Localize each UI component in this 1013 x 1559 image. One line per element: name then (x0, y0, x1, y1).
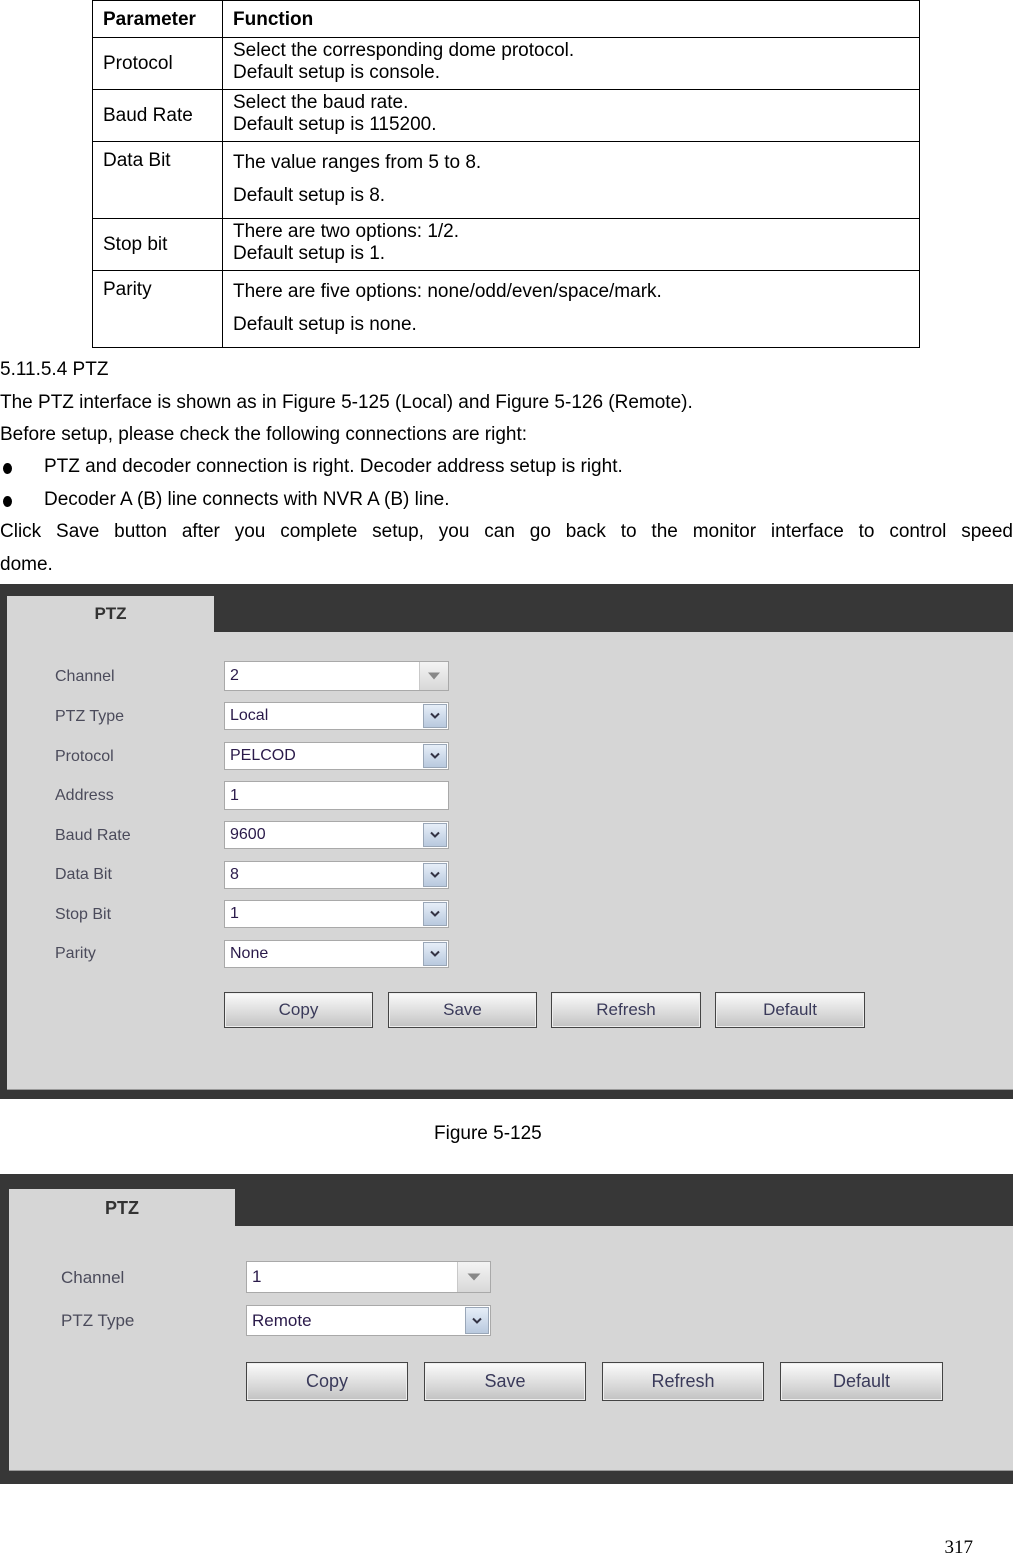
function-line: Select the corresponding dome protocol. (233, 40, 575, 61)
function-line: Default setup is 1. (233, 243, 386, 264)
header-function: Function (222, 0, 920, 38)
param-cell: Stop bit (92, 218, 223, 271)
param-cell: Parity (92, 270, 223, 348)
address-input[interactable]: 1 (224, 781, 449, 810)
label-ptz-type: PTZ Type (61, 1311, 135, 1330)
address-value: 1 (230, 786, 239, 804)
ptz-panel-remote: PTZ Channel 1 PTZ Type Remote Copy Save … (0, 1174, 1013, 1484)
parameter-table: Parameter Function Protocol Select the c… (92, 0, 920, 348)
chevron-down-icon[interactable] (423, 863, 447, 887)
label-data-bit: Data Bit (55, 866, 112, 883)
section-heading: 5.11.5.4 PTZ (0, 359, 109, 380)
function-line: Default setup is 8. (233, 185, 386, 206)
param-cell: Data Bit (92, 141, 223, 219)
parity-value: None (230, 945, 269, 962)
parity-select[interactable]: None (224, 940, 449, 968)
ptz-type-select[interactable]: Local (224, 702, 449, 730)
note-text: Click Save button after you complete set… (0, 521, 1013, 542)
function-line: There are five options: none/odd/even/sp… (233, 281, 662, 302)
tab-ptz[interactable]: PTZ (9, 1189, 235, 1231)
tab-ptz[interactable]: PTZ (7, 596, 214, 636)
param-cell: Protocol (92, 37, 223, 90)
protocol-select[interactable]: PELCOD (224, 742, 449, 770)
function-cell: There are two options: 1/2. Default setup… (222, 218, 920, 271)
ptz-type-select[interactable]: Remote (246, 1305, 491, 1336)
stop-bit-select[interactable]: 1 (224, 900, 449, 928)
function-line: There are two options: 1/2. (233, 221, 460, 242)
bullet-text: Decoder A (B) line connects with NVR A (… (44, 489, 450, 510)
table-row: Data Bit The value ranges from 5 to 8. De… (92, 141, 920, 219)
label-channel: Channel (55, 668, 115, 685)
default-button[interactable]: Default (715, 992, 865, 1028)
function-line: Default setup is 115200. (233, 114, 437, 135)
refresh-button[interactable]: Refresh (551, 992, 701, 1028)
label-channel: Channel (61, 1268, 125, 1287)
copy-button[interactable]: Copy (224, 992, 373, 1028)
ptz-type-value: Local (230, 707, 269, 724)
label-address: Address (55, 787, 114, 804)
data-bit-value: 8 (230, 866, 239, 883)
label-protocol: Protocol (55, 748, 114, 765)
bullet-text: PTZ and decoder connection is right. Dec… (44, 456, 623, 477)
bullet-icon (3, 496, 12, 507)
channel-value: 2 (230, 667, 239, 684)
function-line: Select the baud rate. (233, 92, 409, 113)
channel-select[interactable]: 1 (246, 1261, 491, 1293)
table-row: Parity There are five options: none/odd/… (92, 270, 920, 348)
table-row: Baud Rate Select the baud rate. Default s… (92, 89, 920, 142)
table-row: Stop bit There are two options: 1/2. Defa… (92, 218, 920, 271)
baud-rate-select[interactable]: 9600 (224, 821, 449, 849)
chevron-down-icon[interactable] (423, 902, 447, 926)
copy-button[interactable]: Copy (246, 1362, 408, 1401)
stop-bit-value: 1 (230, 905, 239, 922)
protocol-value: PELCOD (230, 747, 296, 764)
check-text: Before setup, please check the following… (0, 424, 528, 445)
label-ptz-type: PTZ Type (55, 708, 125, 725)
dropdown-arrow-icon[interactable] (419, 662, 448, 690)
intro-text: The PTZ interface is shown as in Figure … (0, 392, 693, 413)
function-line: The value ranges from 5 to 8. (233, 152, 482, 173)
header-parameter: Parameter (92, 0, 223, 38)
refresh-button[interactable]: Refresh (602, 1362, 764, 1401)
chevron-down-icon[interactable] (423, 704, 447, 728)
chevron-down-icon[interactable] (423, 744, 447, 768)
function-line: Default setup is none. (233, 314, 417, 335)
function-cell: There are five options: none/odd/even/sp… (222, 270, 920, 348)
panel-body (9, 1226, 1013, 1471)
default-button[interactable]: Default (780, 1362, 943, 1401)
ptz-type-value: Remote (252, 1310, 312, 1330)
channel-value: 1 (252, 1267, 262, 1286)
table-header-row: Parameter Function (92, 0, 920, 38)
save-button[interactable]: Save (424, 1362, 586, 1401)
param-cell: Baud Rate (92, 89, 223, 142)
bullet-item: PTZ and decoder connection is right. Dec… (0, 456, 900, 478)
channel-select[interactable]: 2 (224, 661, 449, 691)
save-button[interactable]: Save (388, 992, 537, 1028)
dropdown-arrow-icon[interactable] (457, 1262, 490, 1292)
baud-rate-value: 9600 (230, 826, 266, 843)
chevron-down-icon[interactable] (423, 942, 447, 966)
chevron-down-icon[interactable] (465, 1307, 489, 1334)
function-line: Default setup is console. (233, 62, 441, 83)
chevron-down-icon[interactable] (423, 823, 447, 847)
label-baud-rate: Baud Rate (55, 827, 131, 844)
label-stop-bit: Stop Bit (55, 906, 112, 923)
bullet-item: Decoder A (B) line connects with NVR A (… (0, 489, 900, 511)
function-cell: Select the baud rate. Default setup is 11… (222, 89, 920, 142)
function-cell: Select the corresponding dome protocol. D… (222, 37, 920, 90)
page-number: 317 (944, 1537, 974, 1558)
table-row: Protocol Select the corresponding dome p… (92, 37, 920, 90)
figure-caption: Figure 5-125 (434, 1123, 542, 1144)
label-parity: Parity (55, 945, 96, 962)
ptz-panel-local: PTZ Channel 2 PTZ Type Local Protocol PE… (0, 584, 1013, 1099)
function-cell: The value ranges from 5 to 8. Default set… (222, 141, 920, 219)
data-bit-select[interactable]: 8 (224, 861, 449, 889)
note-text-cont: dome. (0, 554, 53, 575)
bullet-icon (3, 463, 12, 474)
